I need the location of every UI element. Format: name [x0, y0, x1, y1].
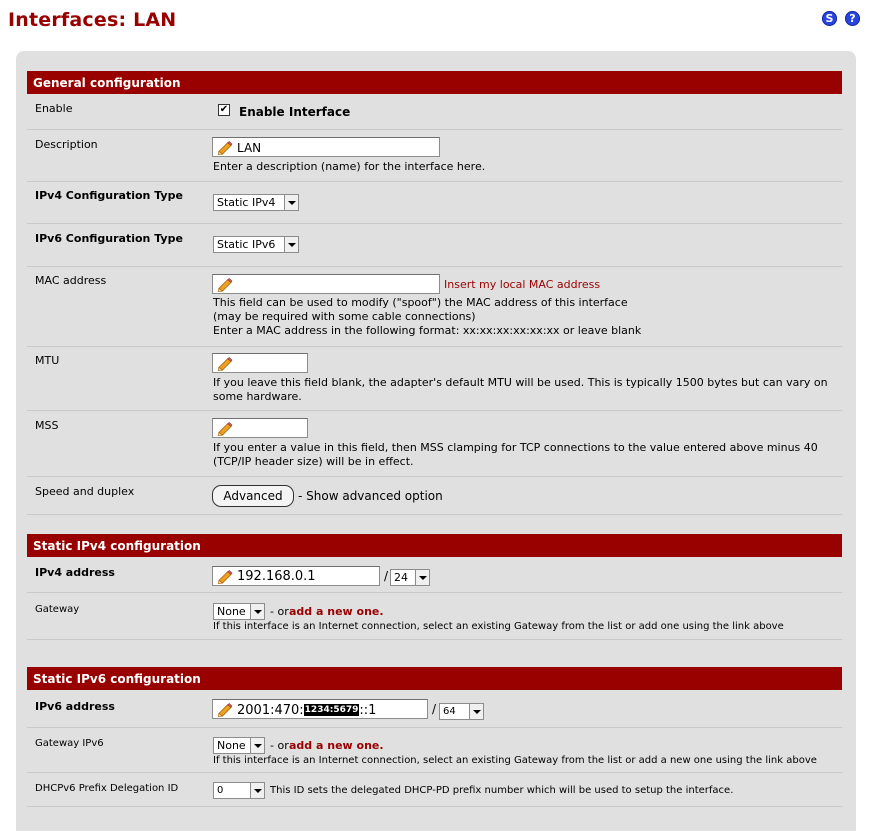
row-ipv6-address: IPv6 address 2001:470:1234:5679::1 / 64: [27, 690, 842, 728]
speed-label: Speed and duplex: [35, 485, 135, 498]
mac-help-1: This field can be used to modify ("spoof…: [213, 296, 628, 309]
gateway-ipv6-label: Gateway IPv6: [35, 738, 104, 749]
enable-checkbox-label: Enable Interface: [239, 105, 351, 119]
ipv4-prefix-select[interactable]: 24: [390, 569, 430, 586]
chevron-down-icon: [250, 783, 264, 798]
chevron-down-icon: [469, 704, 483, 719]
pencil-icon: [217, 422, 233, 436]
ipv4-slash: /: [384, 569, 389, 583]
gateway-label: Gateway: [35, 604, 80, 615]
gateway-ipv6-help: If this interface is an Internet connect…: [213, 755, 817, 766]
ipv6-address-input[interactable]: 2001:470:1234:5679::1: [212, 699, 428, 719]
section-header-general: General configuration: [27, 71, 842, 94]
mac-input[interactable]: [212, 274, 440, 294]
description-help: Enter a description (name) for the inter…: [213, 160, 486, 173]
help-icon[interactable]: ?: [845, 11, 860, 26]
page-title: Interfaces: LAN: [8, 9, 177, 31]
mac-help-3: Enter a MAC address in the following for…: [213, 324, 642, 337]
row-ipv4-type: IPv4 Configuration Type Static IPv4: [27, 182, 842, 224]
mtu-label: MTU: [35, 354, 60, 367]
pencil-icon: [217, 141, 233, 155]
speed-advanced-text: - Show advanced option: [298, 489, 443, 503]
section-header-ipv4: Static IPv4 configuration: [27, 534, 842, 557]
insert-mac-link[interactable]: Insert my local MAC address: [444, 278, 600, 291]
ipv6-address-label: IPv6 address: [35, 700, 115, 713]
gateway-or-text: - or: [270, 605, 289, 618]
mss-label: MSS: [35, 419, 59, 432]
ipv4-type-select[interactable]: Static IPv4: [213, 194, 299, 211]
enable-label: Enable: [35, 102, 73, 115]
gateway-ipv6-select[interactable]: None: [213, 737, 265, 754]
gateway-select[interactable]: None: [213, 603, 265, 620]
advanced-button[interactable]: Advanced: [212, 485, 294, 507]
enable-checkbox[interactable]: ✔: [218, 104, 230, 116]
dhcp-pd-help: This ID sets the delegated DHCP-PD prefi…: [270, 785, 734, 796]
ipv6-type-label: IPv6 Configuration Type: [35, 232, 183, 245]
ipv6-slash: /: [432, 702, 437, 716]
dhcp-pd-select[interactable]: 0: [213, 782, 265, 799]
row-description: Description LAN Enter a description (nam…: [27, 130, 842, 182]
row-mtu: MTU If you leave this field blank, the a…: [27, 347, 842, 411]
ipv4-type-label: IPv4 Configuration Type: [35, 189, 183, 202]
redacted-segment: 1234:5679: [303, 704, 360, 716]
pencil-icon: [217, 703, 233, 717]
row-dhcp-pd: DHCPv6 Prefix Delegation ID 0 This ID se…: [27, 773, 842, 807]
mac-label: MAC address: [35, 274, 107, 287]
ipv6-type-select[interactable]: Static IPv6: [213, 236, 299, 253]
description-label: Description: [35, 138, 98, 151]
gateway-add-link[interactable]: add a new one.: [289, 605, 384, 618]
chevron-down-icon: [250, 604, 264, 619]
mac-help-2: (may be required with some cable connect…: [213, 310, 476, 323]
mtu-input[interactable]: [212, 353, 308, 373]
pencil-icon: [217, 570, 233, 584]
row-enable: Enable ✔ Enable Interface: [27, 94, 842, 130]
gateway-ipv6-or-text: - or: [270, 739, 289, 752]
mss-input[interactable]: [212, 418, 308, 438]
row-mac: MAC address Insert my local MAC address …: [27, 267, 842, 347]
chevron-down-icon: [284, 237, 298, 252]
description-input[interactable]: LAN: [212, 137, 440, 157]
pencil-icon: [217, 357, 233, 371]
gateway-ipv6-add-link[interactable]: add a new one.: [289, 739, 384, 752]
row-ipv4-gateway: Gateway None - or add a new one. If this…: [27, 593, 842, 640]
ipv4-address-input[interactable]: 192.168.0.1: [212, 566, 380, 586]
section-header-ipv6: Static IPv6 configuration: [27, 667, 842, 690]
mss-help: If you enter a value in this field, then…: [213, 441, 818, 468]
ipv6-prefix-select[interactable]: 64: [439, 703, 484, 720]
chevron-down-icon: [415, 570, 429, 585]
mtu-help: If you leave this field blank, the adapt…: [213, 376, 828, 403]
chevron-down-icon: [250, 738, 264, 753]
dhcp-pd-label: DHCPv6 Prefix Delegation ID: [35, 783, 179, 794]
status-icon[interactable]: S: [822, 11, 837, 26]
row-mss: MSS If you enter a value in this field, …: [27, 411, 842, 477]
row-ipv6-gateway: Gateway IPv6 None - or add a new one. If…: [27, 728, 842, 773]
row-ipv6-type: IPv6 Configuration Type Static IPv6: [27, 224, 842, 267]
row-ipv4-address: IPv4 address 192.168.0.1 / 24: [27, 557, 842, 593]
gateway-help: If this interface is an Internet connect…: [213, 621, 784, 632]
ipv4-address-label: IPv4 address: [35, 566, 115, 579]
pencil-icon: [217, 278, 233, 292]
row-speed: Speed and duplex Advanced - Show advance…: [27, 477, 842, 515]
chevron-down-icon: [284, 195, 298, 210]
